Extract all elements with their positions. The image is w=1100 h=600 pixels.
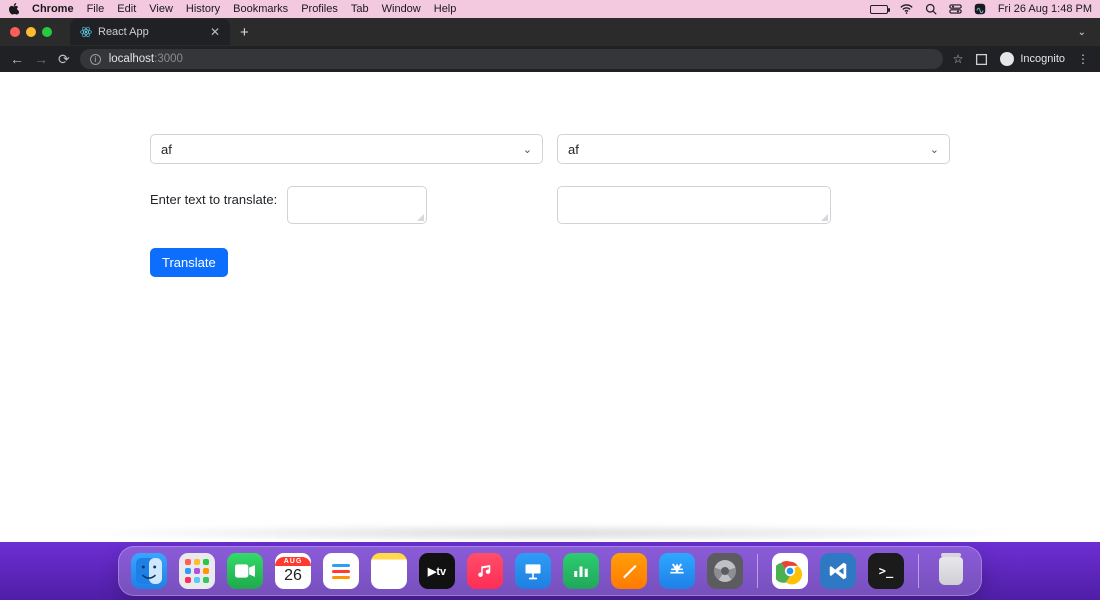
- browser-tabstrip: React App ✕ + ⌄: [0, 18, 1100, 46]
- dock-app-settings[interactable]: [707, 553, 743, 589]
- source-text-input[interactable]: [287, 186, 427, 224]
- trash-icon: [939, 557, 963, 585]
- url-port: :3000: [154, 53, 183, 65]
- menu-file[interactable]: File: [87, 3, 105, 15]
- siri-icon[interactable]: [974, 3, 986, 15]
- menu-profiles[interactable]: Profiles: [301, 3, 338, 15]
- tab-overflow-icon[interactable]: ⌄: [1078, 27, 1086, 38]
- dock-app-appstore[interactable]: [659, 553, 695, 589]
- wifi-icon[interactable]: [900, 4, 913, 14]
- menu-history[interactable]: History: [186, 3, 220, 15]
- spotlight-search-icon[interactable]: [925, 3, 937, 15]
- menubar-left: Chrome File Edit View History Bookmarks …: [8, 3, 456, 15]
- menubar-right: Fri 26 Aug 1:48 PM: [870, 3, 1092, 15]
- translate-button[interactable]: Translate: [150, 248, 228, 277]
- browser-toolbar: ← → ⟳ i localhost:3000 ☆ Incognito ⋮: [0, 46, 1100, 72]
- address-bar[interactable]: i localhost:3000: [80, 49, 943, 69]
- dock-trash[interactable]: [933, 553, 969, 589]
- terminal-prompt: >_: [879, 564, 893, 578]
- translated-text-output[interactable]: [557, 186, 831, 224]
- dock-app-keynote[interactable]: [515, 553, 551, 589]
- resize-grip-icon[interactable]: [821, 214, 828, 221]
- dock-app-terminal[interactable]: >_: [868, 553, 904, 589]
- dock-divider: [918, 554, 919, 588]
- tab-title: React App: [98, 26, 149, 38]
- dock-app-reminders[interactable]: [323, 553, 359, 589]
- bookmark-star-icon[interactable]: ☆: [953, 52, 964, 66]
- profile-label: Incognito: [1020, 53, 1065, 65]
- window-controls: [10, 27, 52, 37]
- tab-close-icon[interactable]: ✕: [210, 25, 220, 39]
- appletv-label: ▶tv: [428, 565, 446, 578]
- incognito-icon: [1000, 52, 1014, 66]
- resize-grip-icon[interactable]: [417, 214, 424, 221]
- react-favicon-icon: [80, 26, 92, 38]
- dock-app-pages[interactable]: [611, 553, 647, 589]
- profile-badge[interactable]: Incognito: [1000, 52, 1065, 66]
- dock-app-launchpad[interactable]: [179, 553, 215, 589]
- page-viewport: af ⌄ af ⌄ Enter text to translate: Trans…: [0, 72, 1100, 542]
- chevron-down-icon: ⌄: [523, 143, 532, 156]
- new-tab-button[interactable]: +: [240, 24, 249, 41]
- target-language-select[interactable]: af ⌄: [557, 134, 950, 164]
- dock-app-vscode[interactable]: [820, 553, 856, 589]
- menu-view[interactable]: View: [149, 3, 173, 15]
- battery-icon[interactable]: [870, 5, 888, 14]
- source-language-value: af: [161, 142, 172, 157]
- site-info-icon[interactable]: i: [90, 54, 101, 65]
- browser-tab[interactable]: React App ✕: [70, 19, 230, 45]
- dock-app-facetime[interactable]: [227, 553, 263, 589]
- menu-edit[interactable]: Edit: [117, 3, 136, 15]
- dock-app-chrome[interactable]: [772, 553, 808, 589]
- active-app-name[interactable]: Chrome: [32, 3, 74, 15]
- target-language-value: af: [568, 142, 579, 157]
- window-close-button[interactable]: [10, 27, 20, 37]
- url-host: localhost: [109, 53, 154, 65]
- browser-menu-button[interactable]: ⋮: [1077, 52, 1090, 66]
- macos-dock: AUG 26 ▶tv >_: [118, 546, 982, 596]
- menu-window[interactable]: Window: [382, 3, 421, 15]
- menubar-clock[interactable]: Fri 26 Aug 1:48 PM: [998, 3, 1092, 15]
- menu-help[interactable]: Help: [434, 3, 457, 15]
- control-center-icon[interactable]: [949, 4, 962, 14]
- chevron-down-icon: ⌄: [930, 143, 939, 156]
- dock-app-appletv[interactable]: ▶tv: [419, 553, 455, 589]
- menu-tab[interactable]: Tab: [351, 3, 369, 15]
- desktop-background: AUG 26 ▶tv >_: [0, 542, 1100, 600]
- url-text: localhost:3000: [109, 53, 183, 65]
- menu-bookmarks[interactable]: Bookmarks: [233, 3, 288, 15]
- dock-app-numbers[interactable]: [563, 553, 599, 589]
- dock-app-finder[interactable]: [131, 553, 167, 589]
- input-label: Enter text to translate:: [150, 186, 277, 207]
- nav-reload-button[interactable]: ⟳: [58, 52, 70, 66]
- dock-divider: [757, 554, 758, 588]
- nav-back-button[interactable]: ←: [10, 52, 24, 66]
- calendar-month: AUG: [275, 557, 311, 566]
- calendar-day: 26: [284, 566, 302, 585]
- dock-app-music[interactable]: [467, 553, 503, 589]
- dock-app-notes[interactable]: [371, 553, 407, 589]
- nav-forward-button[interactable]: →: [34, 52, 48, 66]
- window-zoom-button[interactable]: [42, 27, 52, 37]
- apple-menu-icon[interactable]: [8, 3, 19, 15]
- source-language-select[interactable]: af ⌄: [150, 134, 543, 164]
- macos-menubar: Chrome File Edit View History Bookmarks …: [0, 0, 1100, 18]
- dock-app-calendar[interactable]: AUG 26: [275, 553, 311, 589]
- window-minimize-button[interactable]: [26, 27, 36, 37]
- extensions-icon[interactable]: [975, 53, 988, 66]
